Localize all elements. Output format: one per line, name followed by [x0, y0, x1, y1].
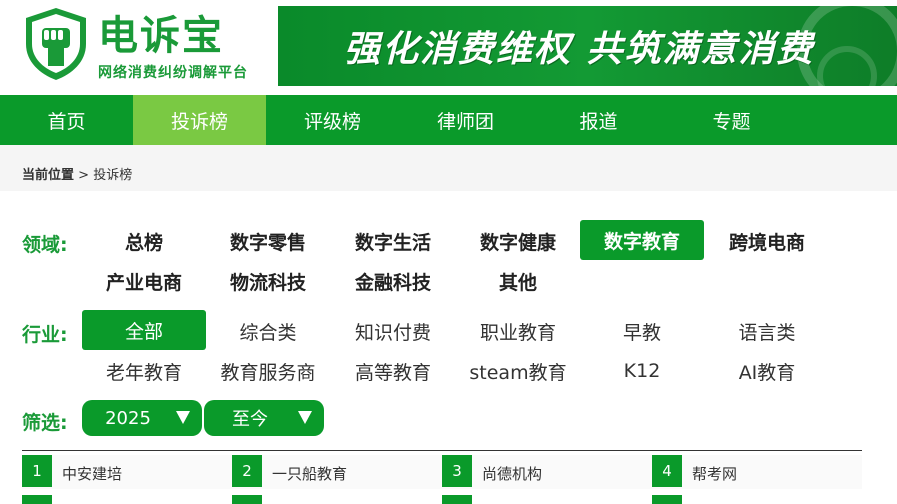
ranking-item[interactable]: 2 一只船教育: [232, 455, 442, 489]
industry-option[interactable]: 高等教育: [331, 351, 455, 391]
rank-number-partial: [652, 495, 682, 504]
brand-name: 电诉宝: [98, 13, 224, 59]
rank-number: 2: [232, 455, 262, 487]
industry-option[interactable]: 综合类: [206, 311, 330, 351]
ranking-item[interactable]: 1 中安建培: [22, 455, 232, 489]
industry-option-selected[interactable]: 全部: [82, 310, 206, 350]
domain-option-selected[interactable]: 数字教育: [580, 220, 704, 260]
industry-option[interactable]: 老年教育: [82, 351, 206, 391]
domain-filter-label: 领域:: [22, 234, 68, 256]
rank-number: 3: [442, 455, 472, 487]
breadcrumb-prefix: 当前位置: [22, 168, 75, 183]
breadcrumb-separator: >: [78, 168, 90, 183]
industry-option[interactable]: AI教育: [705, 351, 829, 391]
range-select-value: 至今: [232, 409, 268, 430]
domain-option[interactable]: 其他: [456, 261, 580, 301]
nav-item-lawyers[interactable]: 律师团: [399, 95, 532, 145]
company-name[interactable]: 尚德机构: [482, 463, 542, 484]
industry-option[interactable]: 知识付费: [331, 311, 455, 351]
range-select[interactable]: 至今: [204, 400, 324, 436]
breadcrumb: 当前位置 > 投诉榜: [22, 164, 132, 183]
ranking-item[interactable]: 3 尚德机构: [442, 455, 652, 489]
year-select[interactable]: 2025: [82, 400, 202, 436]
domain-option[interactable]: 总榜: [82, 221, 206, 261]
caret-down-icon: [176, 411, 190, 424]
company-name[interactable]: 一只船教育: [272, 463, 347, 484]
industry-option[interactable]: steam教育: [456, 351, 580, 391]
caret-down-icon: [298, 411, 312, 424]
screen-filter-label: 筛选:: [22, 412, 68, 434]
industry-option[interactable]: 语言类: [705, 311, 829, 351]
site-header: 电诉宝 网络消费纠纷调解平台 强化消费维权 共筑满意消费: [0, 0, 897, 95]
domain-option[interactable]: 跨境电商: [705, 221, 829, 261]
year-select-value: 2025: [105, 407, 151, 429]
company-name[interactable]: 帮考网: [692, 463, 737, 484]
shield-fist-icon: [26, 8, 86, 80]
domain-option[interactable]: 金融科技: [331, 261, 455, 301]
industry-option[interactable]: 教育服务商: [206, 351, 330, 391]
rank-number: 1: [22, 455, 52, 487]
nav-item-ratings[interactable]: 评级榜: [266, 95, 399, 145]
site-logo[interactable]: 电诉宝 网络消费纠纷调解平台: [22, 6, 272, 86]
company-name[interactable]: 中安建培: [62, 463, 122, 484]
nav-item-home[interactable]: 首页: [0, 95, 133, 145]
header-banner: 强化消费维权 共筑满意消费: [278, 6, 897, 86]
domain-option[interactable]: 产业电商: [82, 261, 206, 301]
industry-filter-label: 行业:: [22, 324, 68, 346]
ranking-item[interactable]: 4 帮考网: [652, 455, 862, 489]
nav-item-reports[interactable]: 报道: [532, 95, 665, 145]
domain-option[interactable]: 数字零售: [206, 221, 330, 261]
breadcrumb-current[interactable]: 投诉榜: [93, 168, 132, 183]
rank-number: 4: [652, 455, 682, 487]
breadcrumb-bar: 当前位置 > 投诉榜: [0, 145, 897, 191]
domain-option[interactable]: 物流科技: [206, 261, 330, 301]
rank-number-partial: [22, 495, 52, 504]
list-divider: [22, 450, 862, 451]
rank-number-partial: [442, 495, 472, 504]
main-nav: 首页 投诉榜 评级榜 律师团 报道 专题: [0, 95, 897, 145]
nav-item-topics[interactable]: 专题: [665, 95, 798, 145]
industry-option[interactable]: K12: [580, 351, 704, 391]
brand-subtitle: 网络消费纠纷调解平台: [98, 65, 248, 81]
nav-item-complaints[interactable]: 投诉榜: [133, 95, 266, 145]
industry-option[interactable]: 职业教育: [456, 311, 580, 351]
industry-option[interactable]: 早教: [580, 311, 704, 351]
domain-option[interactable]: 数字健康: [456, 221, 580, 261]
banner-slogan: 强化消费维权 共筑满意消费: [344, 29, 815, 70]
domain-option[interactable]: 数字生活: [331, 221, 455, 261]
rank-number-partial: [232, 495, 262, 504]
